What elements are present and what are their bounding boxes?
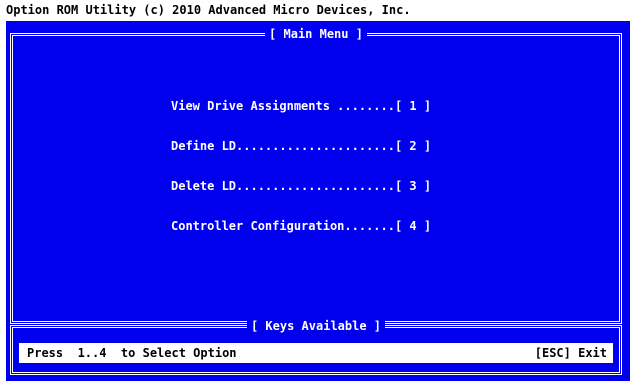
keys-status-bar: Press 1..4 to Select Option [ESC] Exit bbox=[19, 343, 613, 363]
keys-hint: Press 1..4 to Select Option bbox=[27, 346, 237, 360]
keys-available-title: [ Keys Available ] bbox=[246, 318, 386, 334]
menu-item-view-drive-assignments[interactable]: View Drive Assignments ........[ 1 ] bbox=[171, 98, 431, 114]
main-menu-frame: [ Main Menu ] View Drive Assignments ...… bbox=[10, 26, 622, 324]
keys-available-frame: [ Keys Available ] Press 1..4 to Select … bbox=[10, 318, 622, 375]
bios-screen: [ Main Menu ] View Drive Assignments ...… bbox=[6, 21, 630, 381]
app-title: Option ROM Utility (c) 2010 Advanced Mic… bbox=[6, 3, 411, 17]
esc-exit-key[interactable]: [ESC] Exit bbox=[535, 343, 607, 363]
menu-item-controller-configuration[interactable]: Controller Configuration.......[ 4 ] bbox=[171, 218, 431, 234]
menu-item-delete-ld[interactable]: Delete LD......................[ 3 ] bbox=[171, 178, 431, 194]
main-menu: View Drive Assignments ........[ 1 ] Def… bbox=[171, 98, 431, 258]
main-menu-title: [ Main Menu ] bbox=[265, 26, 367, 42]
menu-item-define-ld[interactable]: Define LD......................[ 2 ] bbox=[171, 138, 431, 154]
